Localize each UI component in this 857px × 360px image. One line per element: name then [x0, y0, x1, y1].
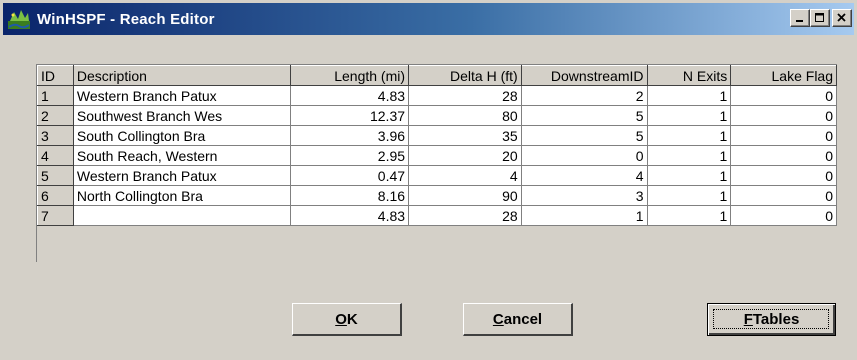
cancel-button-label: Cancel [492, 310, 543, 328]
cell-id[interactable]: 3 [37, 125, 74, 146]
cell-delta-h[interactable]: 80 [408, 105, 522, 126]
cell-lake-flag[interactable]: 0 [730, 145, 837, 166]
cell-n-exits[interactable]: 1 [646, 185, 732, 206]
cell-delta-h[interactable]: 90 [408, 185, 522, 206]
col-header-downstream-id[interactable]: DownstreamID [520, 65, 648, 86]
cell-length[interactable]: 8.16 [290, 185, 410, 206]
cell-n-exits[interactable]: 1 [646, 145, 732, 166]
maximize-button[interactable] [810, 9, 830, 27]
cell-n-exits[interactable]: 1 [646, 125, 732, 146]
cell-lake-flag[interactable]: 0 [730, 85, 837, 106]
cell-description[interactable]: Southwest Branch Wes [72, 105, 292, 126]
ftables-button[interactable]: FTables [707, 303, 836, 336]
cancel-button[interactable]: Cancel [463, 303, 573, 336]
winhspf-app-icon [7, 7, 31, 31]
reach-table: ID Description Length (mi) Delta H (ft) … [37, 65, 837, 226]
cell-downstream-id[interactable]: 4 [520, 165, 648, 186]
cell-downstream-id[interactable]: 2 [520, 85, 648, 106]
cell-id[interactable]: 1 [37, 85, 74, 106]
cell-delta-h[interactable]: 28 [408, 205, 522, 226]
cell-downstream-id[interactable]: 5 [520, 125, 648, 146]
table-row[interactable]: 2 Southwest Branch Wes 12.37 80 5 1 0 [37, 105, 837, 126]
cell-lake-flag[interactable]: 0 [730, 125, 837, 146]
close-button[interactable] [832, 9, 852, 27]
cell-id[interactable]: 7 [37, 205, 74, 226]
table-row[interactable]: 1 Western Branch Patux 4.83 28 2 1 0 [37, 85, 837, 106]
cell-delta-h[interactable]: 4 [408, 165, 522, 186]
cell-length[interactable]: 4.83 [290, 205, 410, 226]
minimize-icon [796, 20, 803, 22]
ok-button-label: OK [335, 310, 358, 328]
table-row[interactable]: 5 Western Branch Patux 0.47 4 4 1 0 [37, 165, 837, 186]
reach-grid[interactable]: ID Description Length (mi) Delta H (ft) … [36, 64, 837, 262]
cell-id[interactable]: 4 [37, 145, 74, 166]
cell-lake-flag[interactable]: 0 [730, 185, 837, 206]
cell-delta-h[interactable]: 20 [408, 145, 522, 166]
cell-downstream-id[interactable]: 0 [520, 145, 648, 166]
minimize-button[interactable] [790, 9, 810, 27]
cell-lake-flag[interactable]: 0 [730, 165, 837, 186]
cell-downstream-id[interactable]: 1 [520, 205, 648, 226]
cell-description[interactable]: North Collington Bra [72, 185, 292, 206]
cell-downstream-id[interactable]: 3 [520, 185, 648, 206]
cell-description[interactable] [72, 205, 292, 226]
col-header-n-exits[interactable]: N Exits [646, 65, 732, 86]
col-header-length[interactable]: Length (mi) [290, 65, 410, 86]
cell-n-exits[interactable]: 1 [646, 85, 732, 106]
cell-n-exits[interactable]: 1 [646, 165, 732, 186]
cell-n-exits[interactable]: 1 [646, 205, 732, 226]
cell-description[interactable]: Western Branch Patux [72, 85, 292, 106]
cell-length[interactable]: 12.37 [290, 105, 410, 126]
cell-description[interactable]: Western Branch Patux [72, 165, 292, 186]
maximize-icon [815, 13, 824, 22]
col-header-lake-flag[interactable]: Lake Flag [730, 65, 837, 86]
cell-id[interactable]: 2 [37, 105, 74, 126]
col-header-id[interactable]: ID [37, 65, 74, 86]
col-header-description[interactable]: Description [72, 65, 292, 86]
cell-description[interactable]: South Collington Bra [72, 125, 292, 146]
table-row[interactable]: 7 4.83 28 1 1 0 [37, 205, 837, 226]
col-header-delta-h[interactable]: Delta H (ft) [408, 65, 522, 86]
header-row: ID Description Length (mi) Delta H (ft) … [37, 65, 837, 86]
cell-delta-h[interactable]: 35 [408, 125, 522, 146]
cell-lake-flag[interactable]: 0 [730, 205, 837, 226]
cell-n-exits[interactable]: 1 [646, 105, 732, 126]
cell-description[interactable]: South Reach, Western [72, 145, 292, 166]
cell-id[interactable]: 5 [37, 165, 74, 186]
table-row[interactable]: 3 South Collington Bra 3.96 35 5 1 0 [37, 125, 837, 146]
title-bar[interactable]: WinHSPF - Reach Editor [3, 3, 854, 35]
table-row[interactable]: 4 South Reach, Western 2.95 20 0 1 0 [37, 145, 837, 166]
cell-length[interactable]: 0.47 [290, 165, 410, 186]
window-title: WinHSPF - Reach Editor [37, 10, 215, 28]
table-row[interactable]: 6 North Collington Bra 8.16 90 3 1 0 [37, 185, 837, 206]
cell-delta-h[interactable]: 28 [408, 85, 522, 106]
cell-length[interactable]: 2.95 [290, 145, 410, 166]
cell-downstream-id[interactable]: 5 [520, 105, 648, 126]
ok-button[interactable]: OK [292, 303, 402, 336]
reach-editor-window: WinHSPF - Reach Editor ID Description Le… [0, 0, 857, 360]
cell-length[interactable]: 3.96 [290, 125, 410, 146]
cell-length[interactable]: 4.83 [290, 85, 410, 106]
close-icon [837, 13, 846, 22]
cell-lake-flag[interactable]: 0 [730, 105, 837, 126]
focus-ring [713, 309, 829, 329]
cell-id[interactable]: 6 [37, 185, 74, 206]
